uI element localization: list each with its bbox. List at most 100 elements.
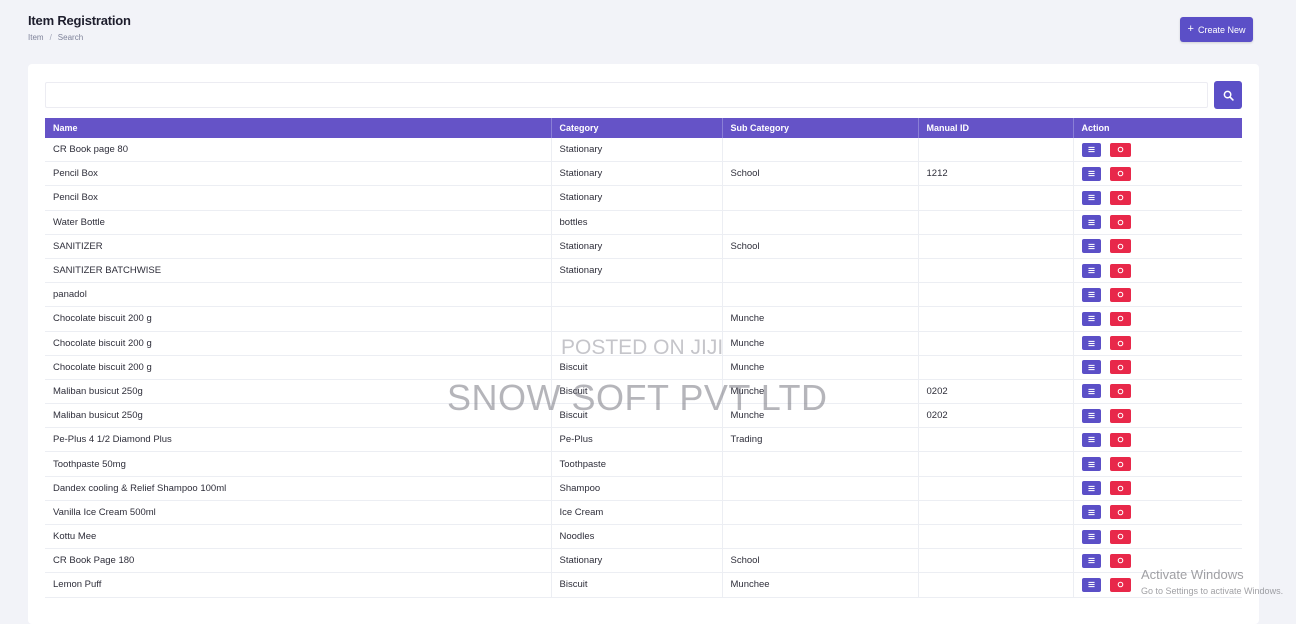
edit-icon bbox=[1087, 485, 1095, 491]
delete-button[interactable] bbox=[1109, 336, 1131, 351]
edit-icon bbox=[1087, 558, 1095, 564]
cell-manual-id bbox=[918, 476, 1074, 501]
edit-button[interactable] bbox=[1081, 360, 1101, 375]
cell-category: Shampoo bbox=[551, 476, 723, 501]
edit-button[interactable] bbox=[1081, 432, 1101, 447]
edit-icon bbox=[1087, 340, 1095, 346]
delete-icon bbox=[1117, 219, 1123, 225]
delete-icon bbox=[1117, 582, 1123, 588]
cell-sub-category bbox=[722, 476, 919, 501]
table-header-row: Name Category Sub Category Manual ID Act… bbox=[45, 118, 1242, 138]
edit-icon bbox=[1087, 267, 1095, 274]
edit-button[interactable] bbox=[1081, 529, 1101, 544]
delete-button[interactable] bbox=[1109, 263, 1131, 278]
search-button[interactable] bbox=[1214, 81, 1242, 109]
table-row: Vanilla Ice Cream 500ml Ice Cream bbox=[45, 500, 1242, 526]
edit-icon bbox=[1087, 509, 1095, 516]
edit-icon bbox=[1087, 195, 1095, 201]
delete-icon bbox=[1117, 533, 1123, 540]
delete-icon bbox=[1117, 195, 1123, 201]
cell-manual-id bbox=[918, 548, 1074, 574]
edit-button[interactable] bbox=[1081, 239, 1101, 254]
cell-category: Noodles bbox=[551, 524, 723, 550]
table-row: Lemon Puff Biscuit Munchee bbox=[45, 572, 1242, 598]
edit-button[interactable] bbox=[1081, 384, 1101, 399]
cell-name: Kottu Mee bbox=[45, 524, 552, 550]
table-row: Toothpaste 50mg Toothpaste bbox=[45, 451, 1242, 477]
edit-button[interactable] bbox=[1081, 190, 1101, 205]
delete-button[interactable] bbox=[1109, 505, 1131, 520]
edit-button[interactable] bbox=[1081, 215, 1101, 230]
cell-name: Chocolate biscuit 200 g bbox=[45, 331, 552, 356]
cell-action bbox=[1073, 138, 1242, 163]
plus-icon: + bbox=[1187, 23, 1194, 35]
search-input[interactable] bbox=[45, 82, 1208, 108]
cell-category: Stationary bbox=[551, 185, 723, 211]
delete-button[interactable] bbox=[1109, 142, 1131, 157]
edit-button[interactable] bbox=[1081, 263, 1101, 278]
cell-sub-category bbox=[722, 138, 919, 163]
delete-button[interactable] bbox=[1109, 457, 1131, 472]
edit-button[interactable] bbox=[1081, 577, 1101, 592]
edit-icon bbox=[1087, 292, 1095, 298]
edit-icon bbox=[1087, 146, 1095, 153]
edit-icon bbox=[1087, 413, 1095, 419]
create-new-button[interactable]: + Create New bbox=[1180, 17, 1253, 42]
edit-button[interactable] bbox=[1081, 287, 1101, 302]
edit-button[interactable] bbox=[1081, 553, 1101, 568]
delete-button[interactable] bbox=[1109, 384, 1131, 399]
edit-button[interactable] bbox=[1081, 142, 1101, 157]
watermark-posted: POSTED ON JIJI bbox=[561, 336, 724, 359]
cell-sub-category bbox=[722, 282, 919, 308]
edit-button[interactable] bbox=[1081, 311, 1101, 326]
delete-icon bbox=[1117, 412, 1123, 419]
edit-button[interactable] bbox=[1081, 481, 1101, 496]
cell-name: CR Book page 80 bbox=[45, 138, 552, 163]
cell-sub-category: School bbox=[722, 161, 919, 187]
column-header-category: Category bbox=[551, 118, 723, 138]
cell-action bbox=[1073, 185, 1242, 211]
delete-button[interactable] bbox=[1109, 239, 1131, 254]
cell-category: Toothpaste bbox=[551, 451, 723, 477]
cell-manual-id bbox=[918, 331, 1074, 356]
delete-button[interactable] bbox=[1109, 481, 1131, 496]
edit-button[interactable] bbox=[1081, 505, 1101, 520]
edit-button[interactable] bbox=[1081, 457, 1101, 472]
delete-button[interactable] bbox=[1109, 190, 1131, 205]
delete-icon bbox=[1117, 388, 1123, 395]
delete-button[interactable] bbox=[1109, 408, 1131, 423]
cell-category: Stationary bbox=[551, 138, 723, 163]
edit-button[interactable] bbox=[1081, 408, 1101, 423]
delete-button[interactable] bbox=[1109, 577, 1131, 592]
cell-name: Vanilla Ice Cream 500ml bbox=[45, 500, 552, 526]
cell-action bbox=[1073, 306, 1242, 332]
cell-action bbox=[1073, 451, 1242, 477]
delete-button[interactable] bbox=[1109, 166, 1131, 181]
table-row: Kottu Mee Noodles bbox=[45, 524, 1242, 550]
delete-icon bbox=[1117, 557, 1123, 564]
cell-name: Pe-Plus 4 1/2 Diamond Plus bbox=[45, 427, 552, 453]
delete-button[interactable] bbox=[1109, 287, 1131, 302]
edit-icon bbox=[1087, 219, 1095, 225]
edit-icon bbox=[1087, 171, 1095, 177]
delete-button[interactable] bbox=[1109, 432, 1131, 447]
delete-button[interactable] bbox=[1109, 529, 1131, 544]
breadcrumb-item-item[interactable]: Item bbox=[28, 33, 44, 42]
windows-activation-subtitle: Go to Settings to activate Windows. bbox=[1141, 586, 1284, 596]
delete-button[interactable] bbox=[1109, 311, 1131, 326]
delete-button[interactable] bbox=[1109, 553, 1131, 568]
edit-icon bbox=[1087, 243, 1095, 249]
delete-button[interactable] bbox=[1109, 215, 1131, 230]
delete-icon bbox=[1117, 509, 1123, 516]
cell-action bbox=[1073, 476, 1242, 501]
cell-action bbox=[1073, 524, 1242, 550]
cell-manual-id bbox=[918, 572, 1074, 598]
delete-icon bbox=[1117, 146, 1123, 153]
breadcrumb: Item / Search bbox=[28, 33, 83, 42]
cell-name: CR Book Page 180 bbox=[45, 548, 552, 574]
edit-button[interactable] bbox=[1081, 166, 1101, 181]
cell-category: Stationary bbox=[551, 258, 723, 284]
delete-button[interactable] bbox=[1109, 360, 1131, 375]
cell-sub-category bbox=[722, 451, 919, 477]
edit-button[interactable] bbox=[1081, 336, 1101, 351]
